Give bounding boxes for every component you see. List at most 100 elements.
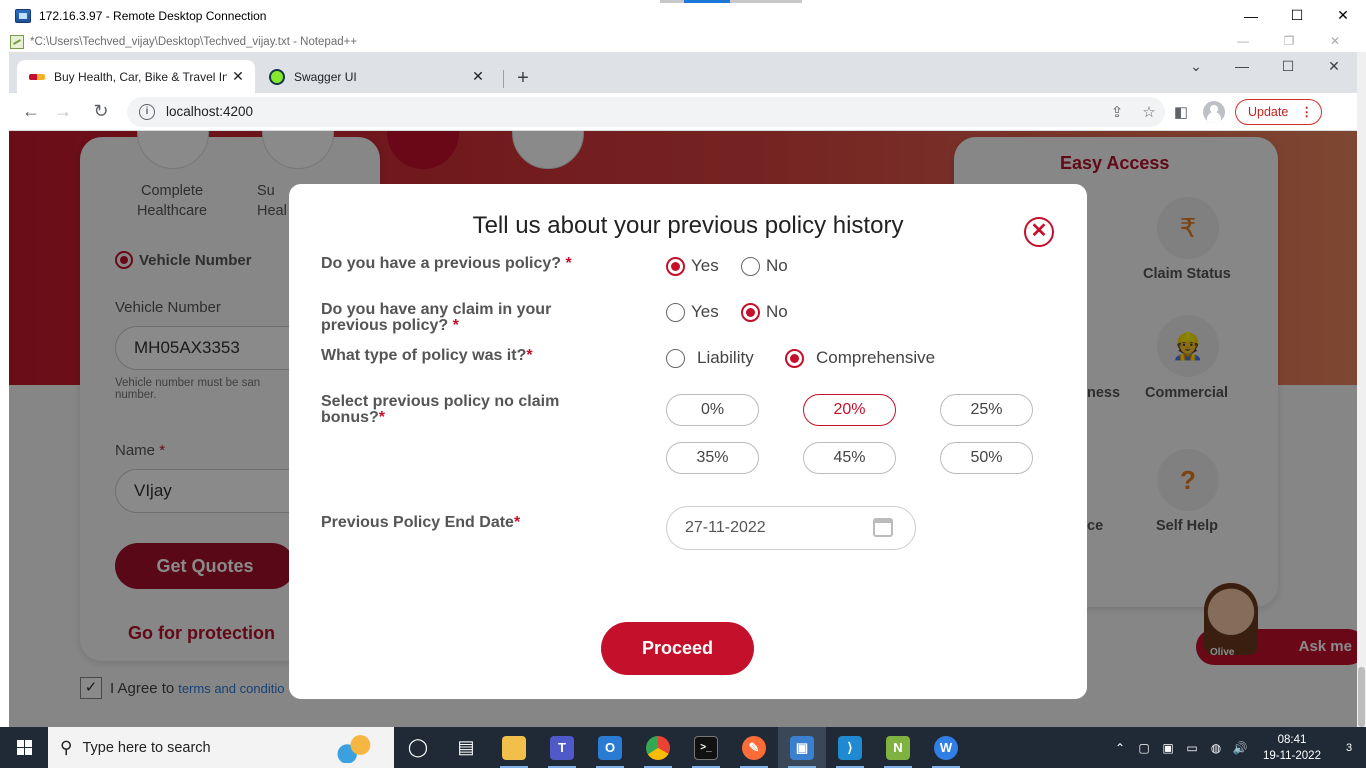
tray-app-icon[interactable]: ▢	[1132, 741, 1156, 755]
notification-center-icon[interactable]: 3	[1332, 742, 1366, 754]
widgets-icon: ▤	[457, 737, 475, 757]
battery-icon[interactable]: ▭	[1180, 741, 1204, 755]
radio-icon[interactable]	[666, 302, 685, 322]
notepadpp-app-icon: N	[886, 735, 910, 760]
search-highlight-icon	[334, 732, 378, 763]
outlook-button[interactable]: O	[586, 727, 634, 768]
wps-icon: W	[934, 735, 958, 760]
outlook-icon: O	[598, 735, 622, 760]
browser-close-button[interactable]: ✕	[1311, 52, 1357, 80]
rdp-title: 172.16.3.97 - Remote Desktop Connection	[39, 8, 267, 23]
browser-maximize-button[interactable]: ☐	[1265, 52, 1311, 80]
notepad-close-button[interactable]: ✕	[1312, 31, 1358, 52]
bookmark-star-icon[interactable]: ☆	[1133, 103, 1165, 121]
network-icon[interactable]: ◍	[1204, 741, 1228, 755]
ncb-option-20[interactable]: 20%	[803, 394, 896, 426]
notepad-restore-button[interactable]: ❐	[1266, 31, 1312, 52]
share-icon[interactable]: ⇪	[1101, 103, 1133, 121]
update-button[interactable]: Update ⋮	[1235, 98, 1322, 125]
show-hidden-icons-icon[interactable]: ⌃	[1108, 741, 1132, 755]
rdp-minimize-button[interactable]: —	[1228, 0, 1274, 31]
ncb-option-0[interactable]: 0%	[666, 394, 759, 426]
profile-avatar-icon[interactable]	[1203, 100, 1225, 123]
tab-title: Buy Health, Car, Bike & Travel Ins	[54, 69, 227, 84]
site-info-icon[interactable]: i	[139, 103, 155, 120]
rdp-title-bar: 172.16.3.97 - Remote Desktop Connection …	[0, 0, 1366, 31]
taskbar-search[interactable]: ⚲ Type here to search	[48, 727, 394, 768]
notepad-minimize-button[interactable]: —	[1220, 31, 1266, 52]
claim-no-option[interactable]: No	[741, 302, 788, 322]
task-view-button[interactable]: ◯	[394, 727, 442, 768]
policy-type-comprehensive-option[interactable]: Comprehensive	[785, 348, 935, 368]
radio-icon[interactable]	[666, 348, 685, 368]
tray-security-icon[interactable]: ▣	[1156, 741, 1180, 755]
claim-yes-option[interactable]: Yes	[666, 302, 719, 322]
ncb-option-25[interactable]: 25%	[940, 394, 1033, 426]
address-bar[interactable]: i localhost:4200 ⇪ ☆	[127, 96, 1165, 127]
page-scrollbar[interactable]	[1357, 52, 1366, 727]
windows-taskbar: ⚲ Type here to search ◯ ▤ T O >_ ✎ ▣ ⟩ N…	[0, 727, 1366, 768]
question-end-date: Previous Policy End Date*	[321, 514, 521, 531]
radio-selected-icon[interactable]	[741, 302, 760, 322]
ncb-option-50[interactable]: 50%	[940, 442, 1033, 474]
menu-dots-icon[interactable]: ⋮	[1300, 104, 1313, 119]
tab-separator	[503, 70, 504, 88]
system-tray: ⌃ ▢ ▣ ▭ ◍ 🔊 08:41 19-11-2022 3	[1108, 727, 1366, 768]
browser-toolbar: ← → ↻ i localhost:4200 ⇪ ☆ ◧ Update ⋮	[9, 93, 1357, 131]
care-favicon-icon	[29, 73, 45, 80]
postman-button[interactable]: ✎	[730, 727, 778, 768]
file-explorer-button[interactable]	[490, 727, 538, 768]
ncb-option-35[interactable]: 35%	[666, 442, 759, 474]
forward-button[interactable]: →	[47, 96, 79, 128]
reload-button[interactable]: ↻	[85, 96, 117, 128]
start-button[interactable]	[0, 727, 48, 768]
previous-policy-modal: Tell us about your previous policy histo…	[289, 184, 1087, 699]
widgets-button[interactable]: ▤	[442, 727, 490, 768]
modal-title: Tell us about your previous policy histo…	[472, 212, 904, 239]
postman-icon: ✎	[742, 735, 766, 760]
question-policy-type: What type of policy was it?*	[321, 347, 533, 364]
chrome-button[interactable]	[634, 727, 682, 768]
remote-desktop-button[interactable]: ▣	[778, 727, 826, 768]
tab-title: Swagger UI	[294, 69, 357, 84]
ncb-option-45[interactable]: 45%	[803, 442, 896, 474]
windows-logo-icon	[16, 740, 32, 755]
proceed-button[interactable]: Proceed	[601, 622, 754, 675]
radio-selected-icon[interactable]	[785, 348, 804, 368]
tab-swagger-ui[interactable]: Swagger UI ✕	[257, 60, 495, 93]
notepadpp-icon	[10, 34, 24, 49]
policy-type-liability-option[interactable]: Liability	[666, 348, 754, 368]
teams-icon: T	[550, 735, 574, 760]
rdp-maximize-button[interactable]: ☐	[1274, 0, 1320, 31]
wps-button[interactable]: W	[922, 727, 970, 768]
notepad-title: *C:\Users\Techved_vijay\Desktop\Techved_…	[30, 35, 358, 48]
rdp-close-button[interactable]: ✕	[1320, 0, 1366, 31]
previous-policy-yes-option[interactable]: Yes	[666, 256, 719, 276]
url-text[interactable]: localhost:4200	[166, 104, 1101, 119]
tab-close-icon[interactable]: ✕	[467, 68, 489, 85]
chrome-icon	[646, 735, 670, 760]
back-button[interactable]: ←	[15, 96, 47, 128]
tab-search-chevron-icon[interactable]: ⌄	[1173, 52, 1219, 80]
volume-icon[interactable]: 🔊	[1228, 741, 1252, 755]
swagger-favicon-icon	[269, 68, 285, 85]
browser-minimize-button[interactable]: —	[1219, 52, 1265, 80]
new-tab-button[interactable]: +	[509, 65, 537, 93]
tab-close-icon[interactable]: ✕	[227, 68, 249, 85]
question-previous-policy: Do you have a previous policy? *	[321, 255, 572, 272]
teams-button[interactable]: T	[538, 727, 586, 768]
notepadpp-button[interactable]: N	[874, 727, 922, 768]
vscode-button[interactable]: ⟩	[826, 727, 874, 768]
clock[interactable]: 08:41 19-11-2022	[1252, 732, 1332, 764]
side-panel-icon[interactable]: ◧	[1165, 103, 1197, 121]
radio-selected-icon[interactable]	[666, 256, 685, 276]
calendar-icon[interactable]	[873, 518, 893, 537]
terminal-icon: >_	[694, 735, 718, 760]
clock-time: 08:41	[1277, 733, 1307, 746]
close-icon[interactable]: ✕	[1024, 217, 1054, 247]
update-label: Update	[1248, 104, 1289, 119]
radio-icon[interactable]	[741, 256, 760, 276]
terminal-button[interactable]: >_	[682, 727, 730, 768]
previous-policy-no-option[interactable]: No	[741, 256, 788, 276]
tab-care-insurance[interactable]: Buy Health, Car, Bike & Travel Ins ✕	[17, 60, 255, 93]
